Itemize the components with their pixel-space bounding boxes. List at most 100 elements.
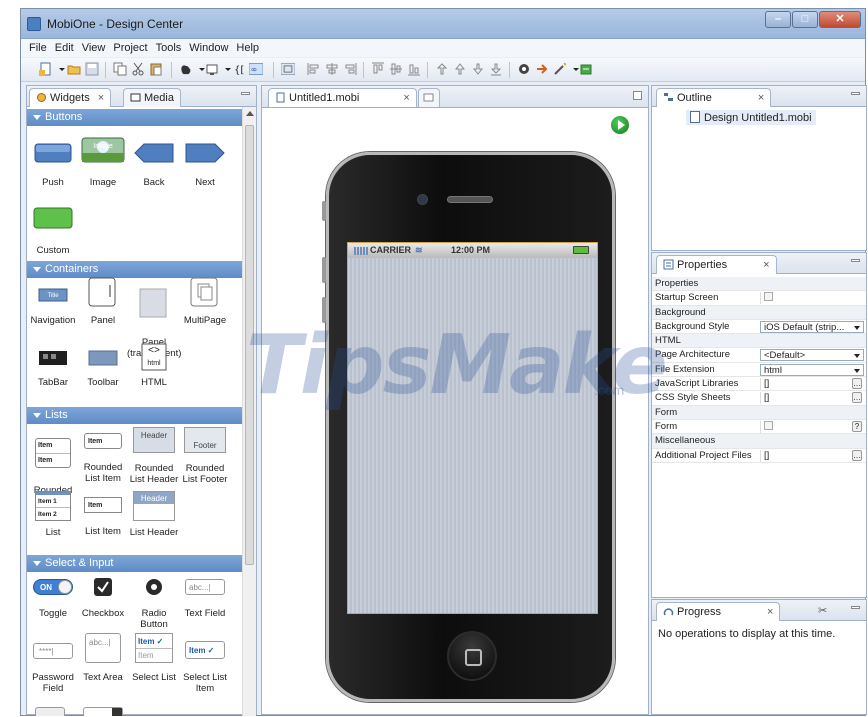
ellipsis-icon[interactable]: … xyxy=(852,392,862,404)
open-folder-icon[interactable] xyxy=(67,62,81,76)
minimize-button[interactable]: – xyxy=(765,11,791,28)
widget-navigation[interactable]: Title Navigation xyxy=(27,283,80,326)
ellipsis-icon[interactable]: … xyxy=(852,378,862,390)
maximize-editor-button[interactable] xyxy=(633,91,642,100)
widget-select-list-item[interactable]: Item ✓ Select List Item xyxy=(178,641,232,694)
align-right-icon[interactable] xyxy=(343,62,357,76)
run-preview-button[interactable] xyxy=(611,116,629,134)
property-value[interactable]: ? xyxy=(760,420,864,433)
apple-device-icon[interactable] xyxy=(179,62,193,76)
property-value[interactable]: <Default> xyxy=(760,349,864,362)
property-value[interactable]: iOS Default (strip... xyxy=(760,320,864,333)
property-value[interactable]: []… xyxy=(760,449,864,462)
close-icon[interactable]: × xyxy=(758,92,764,104)
property-value[interactable]: []… xyxy=(760,378,864,391)
device-screen[interactable]: CARRIER ≋ 12:00 PM xyxy=(347,242,598,614)
widget-text-field[interactable]: abc...| Text Field xyxy=(178,579,232,619)
widget-back[interactable]: Back xyxy=(127,143,181,188)
widget-list-header[interactable]: Header List Header xyxy=(127,491,181,538)
widget-rounded-list-footer[interactable]: Footer Rounded List Footer xyxy=(178,427,232,485)
link-icon[interactable]: ∞ xyxy=(249,62,267,76)
menu-help[interactable]: Help xyxy=(233,39,264,57)
align-left-icon[interactable] xyxy=(307,62,321,76)
property-value[interactable]: html xyxy=(760,363,864,376)
code-icon[interactable]: {[ xyxy=(233,62,247,76)
send-back-icon[interactable] xyxy=(489,62,503,76)
property-row[interactable]: Background Style iOS Default (strip... xyxy=(652,320,866,335)
paste-icon[interactable] xyxy=(149,62,163,76)
close-icon[interactable]: × xyxy=(98,92,104,104)
ellipsis-icon[interactable]: … xyxy=(852,449,862,461)
widget-radio-button[interactable]: Radio Button xyxy=(127,577,181,630)
tab-properties[interactable]: Properties × xyxy=(656,255,777,274)
section-lists[interactable]: Lists xyxy=(27,407,243,424)
section-containers[interactable]: Containers xyxy=(27,261,243,278)
property-row[interactable]: Form? xyxy=(652,420,866,435)
dropdown-arrow-icon[interactable] xyxy=(569,62,579,76)
widget-rounded-list-header[interactable]: Header Rounded List Header xyxy=(127,427,181,485)
widget-rounded-list-item[interactable]: Item Rounded List Item xyxy=(76,433,130,484)
align-bottom-icon[interactable] xyxy=(407,62,421,76)
export-icon[interactable] xyxy=(579,62,593,76)
arrow-right-icon[interactable] xyxy=(535,62,549,76)
cut-icon[interactable] xyxy=(131,62,145,76)
menu-edit[interactable]: Edit xyxy=(52,39,79,57)
property-row[interactable]: Page Architecture <Default> xyxy=(652,348,866,363)
tab-new[interactable] xyxy=(418,88,440,107)
property-row[interactable]: File Extension html xyxy=(652,363,866,378)
widget-custom[interactable]: Custom xyxy=(27,207,80,256)
widget-toggle[interactable]: ON Toggle xyxy=(27,579,80,619)
copy-icon[interactable] xyxy=(113,62,127,76)
title-bar[interactable]: MobiOne - Design Center – □ ✕ xyxy=(21,9,865,39)
maximize-button[interactable]: □ xyxy=(792,11,818,28)
menu-window[interactable]: Window xyxy=(186,39,233,57)
widget-push[interactable]: Push xyxy=(27,143,80,188)
menu-project[interactable]: Project xyxy=(110,39,152,57)
close-icon[interactable]: × xyxy=(763,259,769,271)
widget-checkbox[interactable]: Checkbox xyxy=(76,577,130,619)
minimize-progress-button[interactable] xyxy=(851,606,860,609)
widget-tabbar[interactable]: TabBar xyxy=(27,347,80,388)
checkbox-icon[interactable] xyxy=(764,420,773,430)
minimize-outline-button[interactable] xyxy=(851,92,860,95)
widget-next[interactable]: Next xyxy=(178,143,232,188)
widget-list[interactable]: Item 1 Item 2 List xyxy=(27,491,80,538)
widget-multipage[interactable]: MultiPage xyxy=(178,277,232,326)
move-down-icon[interactable] xyxy=(471,62,485,76)
property-row[interactable]: JavaScript Libraries[]… xyxy=(652,377,866,392)
align-middle-icon[interactable] xyxy=(389,62,403,76)
align-center-icon[interactable] xyxy=(325,62,339,76)
bring-front-icon[interactable] xyxy=(435,62,449,76)
dropdown-arrow-icon[interactable] xyxy=(195,62,205,76)
widget-list-item[interactable]: Item List Item xyxy=(76,497,130,537)
widget-panel[interactable]: Panel xyxy=(76,277,130,326)
tab-outline[interactable]: Outline × xyxy=(656,88,772,107)
close-icon[interactable]: × xyxy=(767,606,773,618)
tab-widgets[interactable]: Widgets × xyxy=(29,88,112,107)
property-value[interactable]: []… xyxy=(760,392,864,405)
settings-icon[interactable] xyxy=(517,62,531,76)
menu-file[interactable]: File xyxy=(26,39,52,57)
widget-image[interactable]: Image Image xyxy=(76,137,130,188)
device-frame-icon[interactable] xyxy=(205,62,219,76)
widget-html[interactable]: <> html HTML xyxy=(127,343,181,388)
dropdown-arrow-icon[interactable] xyxy=(55,62,65,76)
close-button[interactable]: ✕ xyxy=(819,11,861,28)
grid-icon[interactable] xyxy=(281,62,299,76)
section-select-input[interactable]: Select & Input xyxy=(27,555,243,572)
property-row[interactable]: Startup Screen xyxy=(652,291,866,306)
tab-media[interactable]: Media xyxy=(123,88,181,107)
wand-icon[interactable] xyxy=(553,62,567,76)
help-icon[interactable]: ? xyxy=(852,420,862,432)
save-icon[interactable] xyxy=(85,62,99,76)
align-top-icon[interactable] xyxy=(371,62,385,76)
clear-progress-icon[interactable]: ✂ xyxy=(818,604,827,617)
dropdown-arrow-icon[interactable] xyxy=(221,62,231,76)
checkbox-icon[interactable] xyxy=(764,292,773,302)
move-up-icon[interactable] xyxy=(453,62,467,76)
property-row[interactable]: CSS Style Sheets[]… xyxy=(652,391,866,406)
minimize-properties-button[interactable] xyxy=(851,259,860,262)
widget-text-area[interactable]: abc...| Text Area xyxy=(76,633,130,683)
menu-tools[interactable]: Tools xyxy=(153,39,187,57)
tab-untitled1[interactable]: Untitled1.mobi × xyxy=(268,88,417,107)
